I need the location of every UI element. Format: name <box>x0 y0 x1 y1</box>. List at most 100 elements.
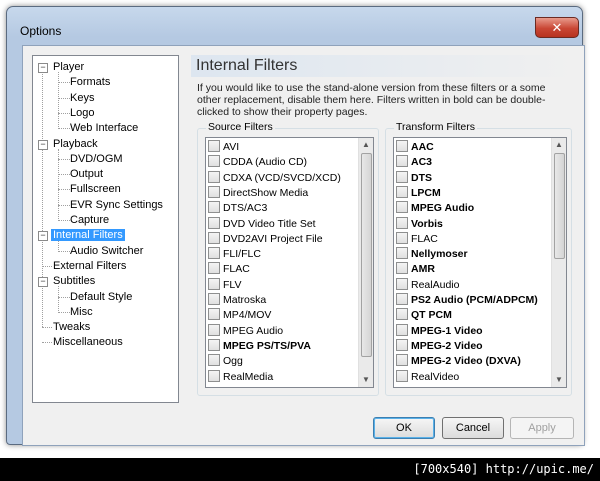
filter-item[interactable]: MPEG Audio <box>208 323 283 339</box>
checkbox[interactable] <box>396 277 408 290</box>
filter-item[interactable]: AMR <box>396 262 435 277</box>
scroll-down-icon[interactable]: ▼ <box>359 373 373 387</box>
filter-item[interactable]: AVI <box>208 140 239 155</box>
checkbox[interactable] <box>208 338 220 351</box>
checkbox[interactable] <box>396 293 408 305</box>
checkbox[interactable] <box>396 231 408 244</box>
source-filters-scrollbar[interactable]: ▲ ▼ <box>358 138 373 387</box>
tree-item-dvd-ogm[interactable]: DVD/OGM <box>70 152 123 167</box>
scroll-up-icon[interactable]: ▲ <box>552 138 566 152</box>
filter-item[interactable]: Vorbis <box>396 216 443 232</box>
checkbox[interactable] <box>208 262 220 275</box>
tree-item-subtitles[interactable]: Subtitles <box>53 274 95 289</box>
filter-item[interactable]: LPCM <box>396 185 441 201</box>
filter-item[interactable]: Nellymoser <box>396 247 468 262</box>
filter-item[interactable]: DirectShow Media <box>208 185 308 201</box>
filter-item[interactable]: DTS/AC3 <box>208 201 267 216</box>
collapse-icon[interactable]: − <box>38 277 48 288</box>
cancel-button[interactable]: Cancel <box>442 417 504 439</box>
close-button[interactable]: ✕ <box>535 17 579 38</box>
filter-item[interactable]: FLV <box>208 277 241 293</box>
scroll-thumb[interactable] <box>554 153 565 259</box>
filter-item[interactable]: DTS <box>396 170 432 186</box>
checkbox[interactable] <box>208 140 220 152</box>
checkbox[interactable] <box>208 185 220 198</box>
tree-item-player[interactable]: Player <box>53 60 84 75</box>
tree-item-capture[interactable]: Capture <box>70 213 109 228</box>
filter-item[interactable]: AAC <box>396 140 434 155</box>
filter-item[interactable]: FLAC <box>208 262 250 277</box>
filter-item[interactable]: MPEG PS/TS/PVA <box>208 338 311 354</box>
collapse-icon[interactable]: − <box>38 231 48 242</box>
transform-filters-list[interactable]: ▲ ▼ AAC AC3 DTS LPCM MPEG Audio Vorbis FLAC Nel… <box>393 137 567 388</box>
checkbox[interactable] <box>208 369 220 382</box>
checkbox[interactable] <box>396 216 408 229</box>
tree-item-tweaks[interactable]: Tweaks <box>53 320 90 335</box>
transform-filters-scrollbar[interactable]: ▲ ▼ <box>551 138 566 387</box>
filter-item[interactable]: MP4/MOV <box>208 308 271 323</box>
filter-item[interactable]: MPEG-1 Video <box>396 323 483 339</box>
checkbox[interactable] <box>396 201 408 214</box>
filter-item[interactable]: RealAudio <box>396 277 459 293</box>
filter-item[interactable]: MPEG-2 Video (DXVA) <box>396 354 521 369</box>
checkbox[interactable] <box>208 247 220 260</box>
ok-button[interactable]: OK <box>373 417 435 439</box>
source-filters-list[interactable]: ▲ ▼ AVI CDDA (Audio CD) CDXA (VCD/SVCD/XCD… <box>205 137 374 388</box>
checkbox[interactable] <box>208 155 220 168</box>
checkbox[interactable] <box>396 170 408 183</box>
checkbox[interactable] <box>396 262 408 275</box>
checkbox[interactable] <box>396 308 408 321</box>
tree-item-external-filters[interactable]: External Filters <box>53 259 126 274</box>
tree-item-default-style[interactable]: Default Style <box>70 290 132 305</box>
filter-item[interactable]: Matroska <box>208 293 266 308</box>
checkbox[interactable] <box>208 170 220 183</box>
checkbox[interactable] <box>208 308 220 321</box>
tree-item-keys[interactable]: Keys <box>70 91 94 106</box>
filter-item[interactable]: DVD Video Title Set <box>208 216 316 232</box>
tree-item-logo[interactable]: Logo <box>70 106 94 121</box>
filter-item[interactable]: PS2 Audio (PCM/ADPCM) <box>396 293 538 308</box>
tree-item-web-interface[interactable]: Web Interface <box>70 121 138 136</box>
checkbox[interactable] <box>208 201 220 214</box>
checkbox[interactable] <box>208 277 220 290</box>
tree-item-misc[interactable]: Misc <box>70 305 93 320</box>
checkbox[interactable] <box>208 231 220 244</box>
tree-item-internal-filters[interactable]: Internal Filters <box>51 228 125 243</box>
tree-item-evr-sync-settings[interactable]: EVR Sync Settings <box>70 198 163 213</box>
collapse-icon[interactable]: − <box>38 63 48 73</box>
filter-item[interactable]: CDXA (VCD/SVCD/XCD) <box>208 170 341 186</box>
tree-item-output[interactable]: Output <box>70 167 103 182</box>
filter-item[interactable]: QT PCM <box>396 308 452 323</box>
filter-item[interactable]: RealVideo <box>396 369 459 385</box>
filter-item[interactable]: MPEG Audio <box>396 201 474 216</box>
checkbox[interactable] <box>208 323 220 336</box>
tree-item-audio-switcher[interactable]: Audio Switcher <box>70 244 143 259</box>
filter-item[interactable]: RealMedia <box>208 369 273 385</box>
apply-button[interactable]: Apply <box>510 417 574 439</box>
tree-item-fullscreen[interactable]: Fullscreen <box>70 182 121 197</box>
filter-item[interactable]: DVD2AVI Project File <box>208 231 323 247</box>
filter-item[interactable]: CDDA (Audio CD) <box>208 155 307 170</box>
tree-item-miscellaneous[interactable]: Miscellaneous <box>53 335 123 350</box>
scroll-down-icon[interactable]: ▼ <box>552 373 566 387</box>
scroll-thumb[interactable] <box>361 153 372 357</box>
filter-item[interactable]: Ogg <box>208 354 243 369</box>
options-tree[interactable]: − Player Formats Keys Logo Web Interface − Play… <box>32 55 179 403</box>
checkbox[interactable] <box>396 338 408 351</box>
collapse-icon[interactable]: − <box>38 139 48 150</box>
checkbox[interactable] <box>396 247 408 260</box>
checkbox[interactable] <box>396 323 408 336</box>
checkbox[interactable] <box>396 369 408 382</box>
tree-item-playback[interactable]: Playback <box>53 137 98 152</box>
checkbox[interactable] <box>396 155 408 168</box>
checkbox[interactable] <box>396 140 408 152</box>
filter-item[interactable]: FLI/FLC <box>208 247 261 262</box>
filter-item[interactable]: FLAC <box>396 231 438 247</box>
filter-item[interactable]: MPEG-2 Video <box>396 338 483 354</box>
tree-item-formats[interactable]: Formats <box>70 75 110 90</box>
checkbox[interactable] <box>208 293 220 305</box>
filter-item[interactable]: AC3 <box>396 155 432 170</box>
checkbox[interactable] <box>208 354 220 367</box>
checkbox[interactable] <box>208 216 220 229</box>
checkbox[interactable] <box>396 185 408 198</box>
